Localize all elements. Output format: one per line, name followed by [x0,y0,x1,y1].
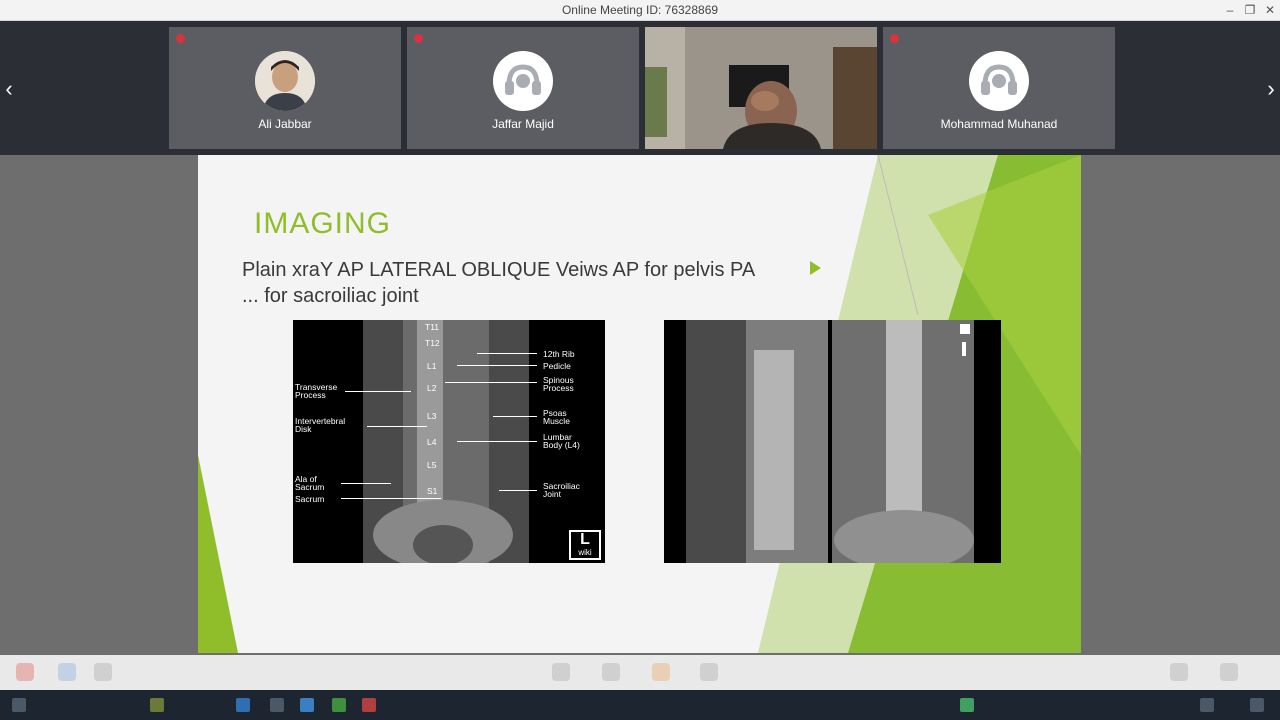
vertebra-label: S1 [427,486,438,496]
logo-text: wiki [578,548,592,557]
participant-name: Jaffar Majid [492,117,554,131]
participant-strip: ‹ › Ali Jabbar Jaffar Majid Mohammad Muh… [0,21,1280,155]
vertebra-label: L4 [427,437,437,447]
pointer-line [493,416,537,417]
chevron-left-icon[interactable]: ‹ [0,77,18,101]
participant-name: Mohammad Muhanad [940,117,1058,131]
close-icon[interactable]: ✕ [1260,1,1280,19]
vertebra-label: T12 [425,338,440,348]
tray-icon[interactable] [1200,698,1214,712]
mic-muted-icon [890,34,899,43]
participant-tile[interactable]: Jaffar Majid [407,27,639,149]
tray-icon[interactable] [960,698,974,712]
window-title: Online Meeting ID: 76328869 [561,3,719,17]
slide-line-1: Plain xraY AP LATERAL OBLIQUE Veiws AP f… [242,259,756,281]
pointer-line [341,483,391,484]
vertebra-label: L2 [427,383,437,393]
label-pedicle: Pedicle [543,361,571,371]
label-transverse-process: Transverse Process [295,382,338,400]
label-sacroiliac-joint: Sacroiliac Joint [543,481,580,499]
headset-icon [969,51,1029,111]
slide-body: Plain xraY AP LATERAL OBLIQUE Veiws AP f… [242,257,802,309]
shared-screen-area: IMAGING Plain xraY AP LATERAL OBLIQUE Ve… [0,155,1280,655]
participant-tile[interactable]: Mohammad Muhanad [883,27,1115,149]
chat-icon[interactable] [58,663,76,681]
xray-image [664,320,1001,563]
layout-icon[interactable] [1170,663,1188,681]
notification-icon[interactable] [1250,698,1264,712]
leave-icon[interactable] [16,663,34,681]
share-screen-icon[interactable] [652,663,670,681]
pointer-line [445,382,537,383]
pointer-line [341,498,441,499]
window-titlebar: Online Meeting ID: 76328869 – ❐ ✕ [0,0,1280,21]
record-icon[interactable] [700,663,718,681]
meeting-controls-bar [0,655,1280,690]
bullet-arrow-icon [810,261,821,275]
lwiki-logo: L wiki [569,530,601,560]
start-icon[interactable] [12,698,26,712]
camera-icon[interactable] [602,663,620,681]
taskbar-app-icon[interactable] [150,698,164,712]
taskbar-app-icon[interactable] [300,698,314,712]
slide-title: IMAGING [254,207,392,240]
taskbar-app-icon[interactable] [270,698,284,712]
pointer-line [477,353,537,354]
microphone-icon[interactable] [552,663,570,681]
fullscreen-icon[interactable] [1220,663,1238,681]
presentation-slide: IMAGING Plain xraY AP LATERAL OBLIQUE Ve… [198,155,1081,653]
avatar [255,51,315,111]
participant-name: Ali Jabbar [258,117,312,131]
mic-muted-icon [176,34,185,43]
restore-icon[interactable]: ❐ [1240,1,1260,19]
logo-letter: L [580,531,590,548]
headset-icon [493,51,553,111]
vertebra-label: T11 [425,322,440,332]
label-lumbar-body: Lumbar Body (L4) [543,432,580,450]
vertebra-label: L3 [427,411,437,421]
chevron-right-icon[interactable]: › [1262,77,1280,101]
pointer-line [499,490,537,491]
participant-video-tile[interactable] [645,27,877,149]
pointer-line [345,391,411,392]
slide-line-2: ... for sacroiliac joint [242,285,419,307]
pointer-line [367,426,427,427]
mic-muted-icon [414,34,423,43]
label-ala-of-sacrum: Ala of Sacrum [295,474,325,492]
vertebra-label: L5 [427,460,437,470]
label-spinous-process: Spinous Process [543,375,574,393]
video-feed [645,27,877,149]
xray-ap-labeled: T11 T12 L1 L2 L3 L4 L5 S1 12th Rib Pedic… [293,320,605,563]
taskbar-app-icon[interactable] [362,698,376,712]
participant-tile[interactable]: Ali Jabbar [169,27,401,149]
label-psoas-muscle: Psoas Muscle [543,408,570,426]
taskbar-app-icon[interactable] [236,698,250,712]
vertebra-label: L1 [427,361,437,371]
label-sacrum: Sacrum [295,494,325,504]
label-12th-rib: 12th Rib [543,349,575,359]
xray-lateral-ap [664,320,1001,563]
os-taskbar [0,690,1280,720]
minimize-icon[interactable]: – [1220,1,1240,19]
label-intervertebral-disk: Intervertebral Disk [295,416,346,434]
pointer-line [457,365,537,366]
pointer-line [457,441,537,442]
taskbar-app-icon[interactable] [332,698,346,712]
participants-icon[interactable] [94,663,112,681]
